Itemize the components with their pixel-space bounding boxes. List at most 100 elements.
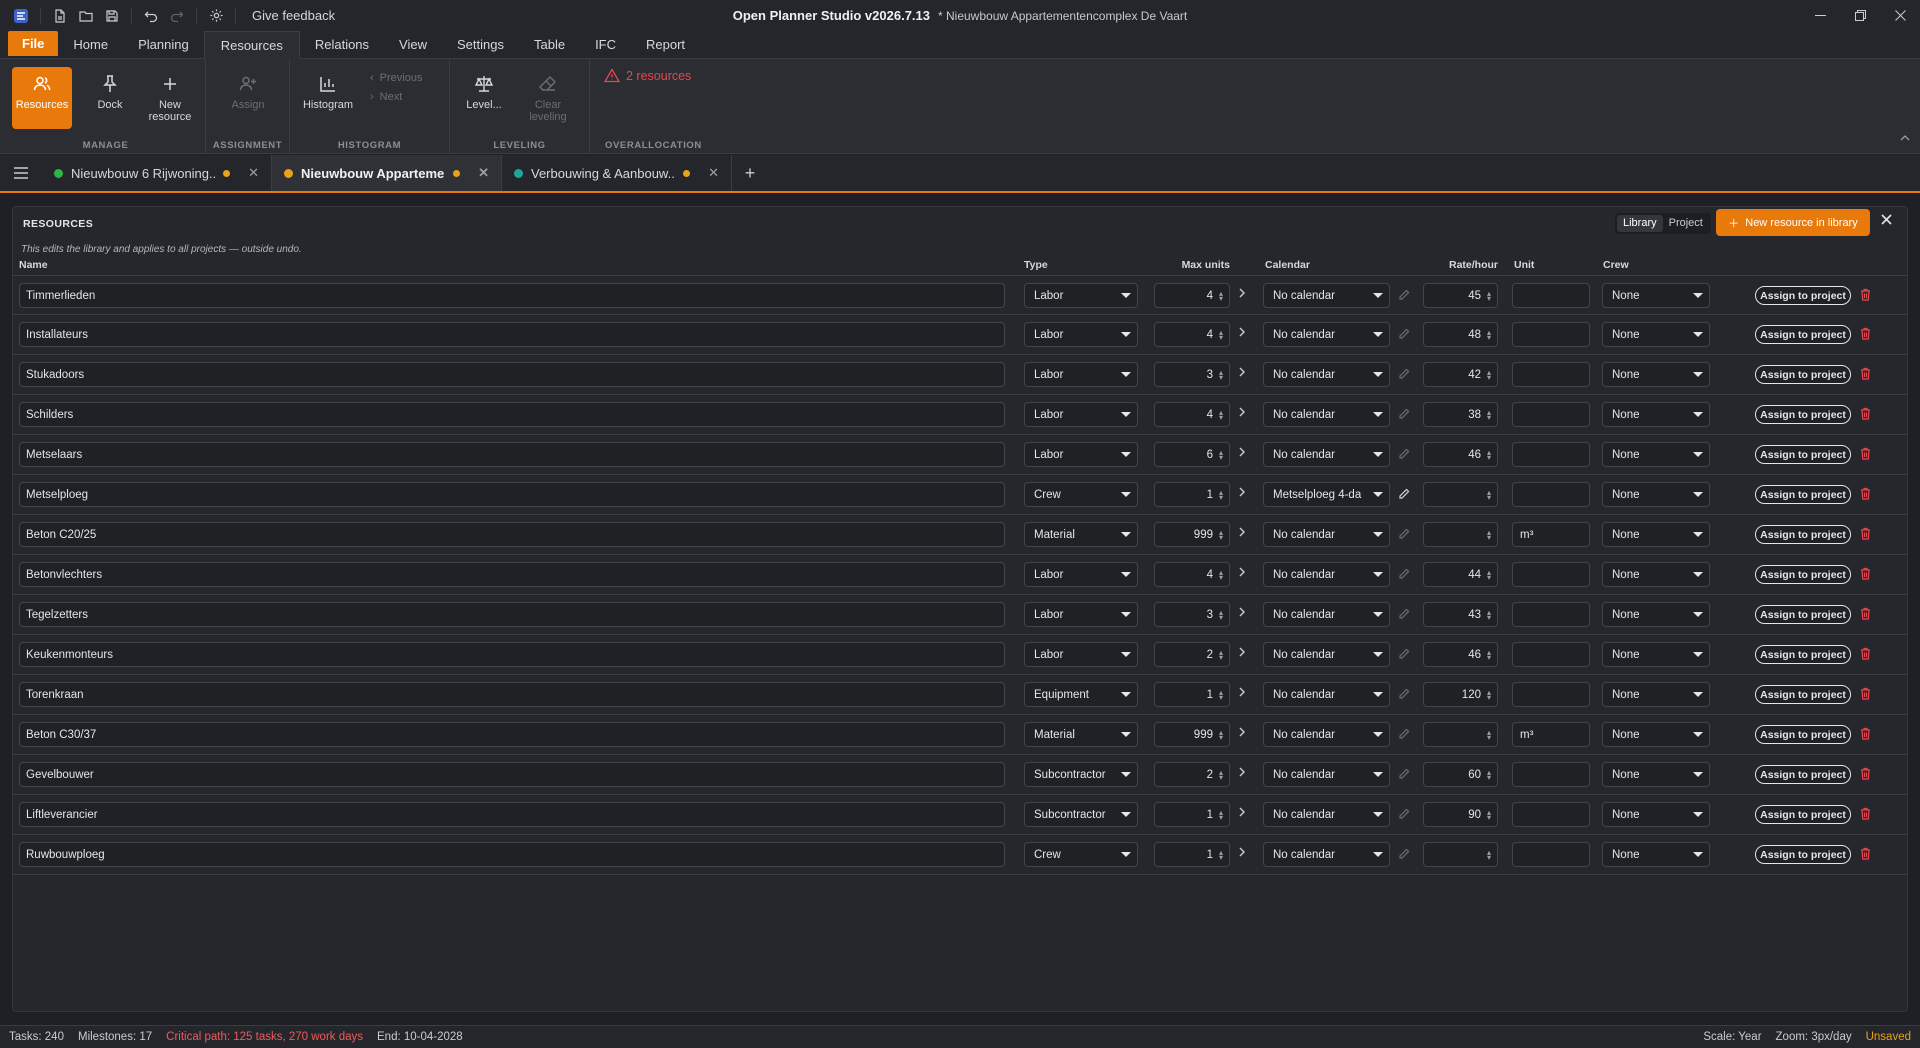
resource-name-input[interactable]: Timmerlieden [19, 283, 1005, 308]
restore-icon[interactable] [1840, 0, 1880, 31]
unit-input[interactable] [1512, 362, 1590, 387]
give-feedback-link[interactable]: Give feedback [252, 8, 335, 23]
rate-per-hour-stepper[interactable]: 90 ▴ ▾ [1423, 802, 1498, 827]
rate-per-hour-stepper[interactable]: ▴ ▾ [1423, 482, 1498, 507]
rate-per-hour-stepper[interactable]: 43 ▴ ▾ [1423, 602, 1498, 627]
settings-gear-icon[interactable] [203, 0, 229, 31]
redo-icon[interactable] [164, 0, 190, 31]
expand-chevron-icon[interactable] [1239, 327, 1245, 337]
library-toggle[interactable]: Library [1617, 215, 1663, 232]
tab-settings[interactable]: Settings [442, 31, 519, 58]
assign-to-project-button[interactable]: Assign to project [1755, 725, 1851, 744]
tab-report[interactable]: Report [631, 31, 700, 58]
delete-trash-icon[interactable] [1860, 727, 1871, 740]
crew-select[interactable]: None [1602, 402, 1710, 427]
resource-type-select[interactable]: Labor [1024, 642, 1138, 667]
assign-button[interactable]: Assign [218, 67, 278, 129]
calendar-select[interactable]: No calendar [1263, 722, 1390, 747]
max-units-stepper[interactable]: 1 ▴ ▾ [1154, 802, 1230, 827]
close-tab-icon[interactable]: ✕ [478, 165, 489, 181]
stepper-arrows-icon[interactable]: ▴ ▾ [1487, 328, 1491, 341]
crew-select[interactable]: None [1602, 362, 1710, 387]
max-units-stepper[interactable]: 1 ▴ ▾ [1154, 842, 1230, 867]
resource-name-input[interactable]: Metselploeg [19, 482, 1005, 507]
stepper-arrows-icon[interactable]: ▴ ▾ [1219, 368, 1223, 381]
expand-chevron-icon[interactable] [1239, 607, 1245, 617]
stepper-arrows-icon[interactable]: ▴ ▾ [1219, 528, 1223, 541]
assign-to-project-button[interactable]: Assign to project [1755, 845, 1851, 864]
edit-calendar-pencil-icon[interactable] [1398, 408, 1410, 420]
unit-input[interactable] [1512, 602, 1590, 627]
resource-type-select[interactable]: Labor [1024, 322, 1138, 347]
document-tab-3[interactable]: Verbouwing & Aanbouw... ✕ [502, 155, 732, 191]
edit-calendar-pencil-icon[interactable] [1398, 608, 1410, 620]
crew-select[interactable]: None [1602, 722, 1710, 747]
expand-chevron-icon[interactable] [1239, 767, 1245, 777]
stepper-arrows-icon[interactable]: ▴ ▾ [1219, 728, 1223, 741]
delete-trash-icon[interactable] [1860, 367, 1871, 380]
edit-calendar-pencil-icon[interactable] [1398, 488, 1410, 500]
new-resource-in-library-button[interactable]: ＋ New resource in library [1716, 209, 1870, 236]
expand-chevron-icon[interactable] [1239, 487, 1245, 497]
stepper-arrows-icon[interactable]: ▴ ▾ [1219, 768, 1223, 781]
expand-chevron-icon[interactable] [1239, 567, 1245, 577]
tab-ifc[interactable]: IFC [580, 31, 631, 58]
undo-icon[interactable] [138, 0, 164, 31]
max-units-stepper[interactable]: 4 ▴ ▾ [1154, 283, 1230, 308]
stepper-arrows-icon[interactable]: ▴ ▾ [1219, 289, 1223, 302]
calendar-select[interactable]: No calendar [1263, 442, 1390, 467]
unit-input[interactable] [1512, 562, 1590, 587]
edit-calendar-pencil-icon[interactable] [1398, 768, 1410, 780]
crew-select[interactable]: None [1602, 842, 1710, 867]
max-units-stepper[interactable]: 1 ▴ ▾ [1154, 482, 1230, 507]
delete-trash-icon[interactable] [1860, 487, 1871, 500]
resource-type-select[interactable]: Labor [1024, 402, 1138, 427]
delete-trash-icon[interactable] [1860, 807, 1871, 820]
stepper-arrows-icon[interactable]: ▴ ▾ [1487, 688, 1491, 701]
assign-to-project-button[interactable]: Assign to project [1755, 565, 1851, 584]
delete-trash-icon[interactable] [1860, 847, 1871, 860]
unit-input[interactable] [1512, 482, 1590, 507]
stepper-arrows-icon[interactable]: ▴ ▾ [1487, 608, 1491, 621]
stepper-arrows-icon[interactable]: ▴ ▾ [1487, 528, 1491, 541]
stepper-arrows-icon[interactable]: ▴ ▾ [1487, 728, 1491, 741]
expand-chevron-icon[interactable] [1239, 447, 1245, 457]
resource-name-input[interactable]: Torenkraan [19, 682, 1005, 707]
assign-to-project-button[interactable]: Assign to project [1755, 365, 1851, 384]
close-panel-icon[interactable] [1881, 214, 1892, 225]
edit-calendar-pencil-icon[interactable] [1398, 688, 1410, 700]
assign-to-project-button[interactable]: Assign to project [1755, 805, 1851, 824]
rate-per-hour-stepper[interactable]: 120 ▴ ▾ [1423, 682, 1498, 707]
max-units-stepper[interactable]: 1 ▴ ▾ [1154, 682, 1230, 707]
calendar-select[interactable]: No calendar [1263, 283, 1390, 308]
crew-select[interactable]: None [1602, 283, 1710, 308]
stepper-arrows-icon[interactable]: ▴ ▾ [1219, 688, 1223, 701]
calendar-select[interactable]: No calendar [1263, 562, 1390, 587]
crew-select[interactable]: None [1602, 442, 1710, 467]
stepper-arrows-icon[interactable]: ▴ ▾ [1219, 448, 1223, 461]
stepper-arrows-icon[interactable]: ▴ ▾ [1219, 408, 1223, 421]
max-units-stepper[interactable]: 4 ▴ ▾ [1154, 562, 1230, 587]
edit-calendar-pencil-icon[interactable] [1398, 848, 1410, 860]
unit-input[interactable]: m³ [1512, 522, 1590, 547]
expand-chevron-icon[interactable] [1239, 647, 1245, 657]
max-units-stepper[interactable]: 2 ▴ ▾ [1154, 642, 1230, 667]
crew-select[interactable]: None [1602, 522, 1710, 547]
resource-name-input[interactable]: Ruwbouwploeg [19, 842, 1005, 867]
minimize-icon[interactable] [1800, 0, 1840, 31]
resource-name-input[interactable]: Stukadoors [19, 362, 1005, 387]
rate-per-hour-stepper[interactable]: 46 ▴ ▾ [1423, 642, 1498, 667]
next-button[interactable]: › Next [370, 91, 402, 103]
unit-input[interactable] [1512, 402, 1590, 427]
unit-input[interactable] [1512, 762, 1590, 787]
max-units-stepper[interactable]: 4 ▴ ▾ [1154, 322, 1230, 347]
rate-per-hour-stepper[interactable]: ▴ ▾ [1423, 842, 1498, 867]
edit-calendar-pencil-icon[interactable] [1398, 528, 1410, 540]
expand-chevron-icon[interactable] [1239, 727, 1245, 737]
assign-to-project-button[interactable]: Assign to project [1755, 325, 1851, 344]
histogram-button[interactable]: Histogram [298, 67, 358, 129]
delete-trash-icon[interactable] [1860, 407, 1871, 420]
expand-chevron-icon[interactable] [1239, 527, 1245, 537]
close-window-icon[interactable] [1880, 0, 1920, 31]
stepper-arrows-icon[interactable]: ▴ ▾ [1487, 408, 1491, 421]
